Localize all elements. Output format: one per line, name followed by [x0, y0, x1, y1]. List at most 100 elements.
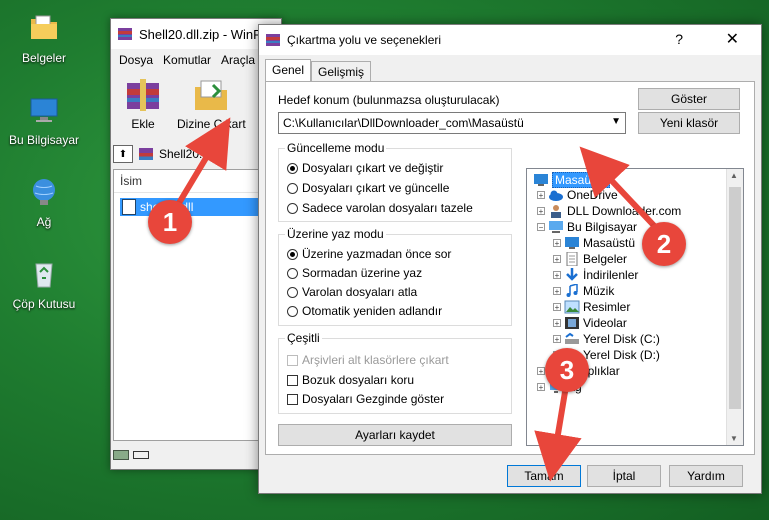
tree-scrollbar[interactable]: ▲ ▼	[726, 169, 743, 445]
tree-item-downloads[interactable]: + İndirilenler	[553, 268, 638, 282]
update-option-replace[interactable]: Dosyaları çıkart ve değiştir	[287, 161, 443, 175]
desktop-icon-documents[interactable]: Belgeler	[4, 12, 84, 65]
expand-icon[interactable]: +	[537, 367, 545, 376]
tree-item-label: OneDrive	[567, 188, 618, 202]
scroll-thumb[interactable]	[729, 187, 741, 409]
tree-item-user[interactable]: + DLL Downloader.com	[537, 204, 681, 218]
tree-item-disk-c[interactable]: + Yerel Disk (C:)	[553, 332, 660, 346]
tree-item-desktop[interactable]: + Masaüstü	[553, 236, 635, 250]
tree-item-this-pc[interactable]: − Bu Bilgisayar	[537, 220, 637, 234]
up-folder-icon[interactable]: ⬆	[113, 145, 133, 163]
download-icon	[566, 268, 578, 281]
winrar-toolbar: Ekle Dizine Çıkart	[111, 71, 281, 131]
tree-item-label: Yerel Disk (D:)	[583, 348, 660, 362]
checkbox[interactable]	[287, 374, 298, 386]
update-option-update[interactable]: Dosyaları çıkart ve güncelle	[287, 181, 449, 195]
save-settings-button[interactable]: Ayarları kaydet	[278, 424, 512, 446]
overwrite-option-rename[interactable]: Otomatik yeniden adlandır	[287, 304, 442, 318]
folder-documents-icon	[31, 15, 57, 39]
radio-button[interactable]	[287, 202, 298, 214]
tree-item-label: DLL Downloader.com	[567, 204, 682, 218]
tree-item-desktop-root[interactable]: Masaüstü	[533, 172, 611, 188]
radio-button[interactable]	[287, 286, 298, 298]
general-tab-panel: Hedef konum (bulunmazsa oluşturulacak) C…	[265, 81, 755, 455]
cancel-button[interactable]: İptal	[587, 465, 661, 487]
update-option-refresh[interactable]: Sadece varolan dosyaları tazele	[287, 201, 473, 215]
menu-commands[interactable]: Komutlar	[163, 53, 211, 67]
radio-button[interactable]	[287, 162, 298, 174]
tree-item-pictures[interactable]: + Resimler	[553, 300, 630, 314]
winrar-titlebar[interactable]: Shell20.dll.zip - WinR	[111, 19, 281, 49]
expand-icon[interactable]: +	[553, 239, 561, 248]
column-header-name[interactable]: İsim	[114, 170, 280, 193]
dialog-titlebar[interactable]: Çıkartma yolu ve seçenekleri ? ✕	[259, 25, 761, 55]
close-icon[interactable]: ✕	[726, 29, 739, 49]
tree-item-videos[interactable]: + Videolar	[553, 316, 627, 330]
music-icon	[566, 284, 578, 297]
expand-icon[interactable]: +	[553, 319, 561, 328]
tab-advanced[interactable]: Gelişmiş	[311, 61, 372, 82]
show-button[interactable]: Göster	[638, 88, 740, 110]
winrar-file-list[interactable]: İsim shell20.dll	[113, 169, 281, 441]
option-label: Bozuk dosyaları koru	[302, 373, 415, 387]
folder-tree[interactable]: Masaüstü + OneDrive + DLL Downloader.com…	[526, 168, 744, 446]
archive-path[interactable]: Shell20.dll.	[159, 147, 218, 161]
collapse-icon[interactable]: −	[537, 223, 545, 232]
extract-options-dialog[interactable]: Çıkartma yolu ve seçenekleri ? ✕ Genel G…	[258, 24, 762, 494]
computer-icon	[30, 98, 58, 122]
misc-option-show-explorer[interactable]: Dosyaları Gezginde göster	[287, 392, 444, 406]
ok-button[interactable]: Tamam	[507, 465, 581, 487]
option-label: Dosyaları çıkart ve güncelle	[302, 181, 450, 195]
desktop-icon-recycle-bin[interactable]: Çöp Kutusu	[4, 258, 84, 311]
target-path-combobox[interactable]: C:\Kullanıcılar\DllDownloader_com\Masaüs…	[278, 112, 626, 134]
help-button[interactable]: Yardım	[669, 465, 743, 487]
winrar-logo-icon	[266, 34, 280, 46]
chevron-down-icon[interactable]: ▼	[611, 116, 621, 127]
radio-button[interactable]	[287, 182, 298, 194]
winrar-statusbar	[113, 445, 279, 465]
menu-file[interactable]: Dosya	[119, 53, 153, 67]
checkbox[interactable]	[287, 393, 298, 405]
expand-icon[interactable]: +	[553, 271, 561, 280]
tree-item-label: Videolar	[583, 316, 627, 330]
new-folder-button[interactable]: Yeni klasör	[638, 112, 740, 134]
dialog-title: Çıkartma yolu ve seçenekleri	[287, 33, 442, 47]
tree-item-onedrive[interactable]: + OneDrive	[537, 188, 618, 202]
option-label: Üzerine yazmadan önce sor	[302, 247, 452, 261]
add-button[interactable]: Ekle	[123, 77, 163, 131]
tree-item-label: İndirilenler	[583, 268, 639, 282]
overwrite-option-without-prompt[interactable]: Sormadan üzerine yaz	[287, 266, 422, 280]
extract-to-button[interactable]: Dizine Çıkart	[177, 77, 246, 131]
step-marker-3: 3	[545, 348, 589, 392]
radio-button[interactable]	[287, 305, 298, 317]
expand-icon[interactable]: +	[553, 335, 561, 344]
expand-icon[interactable]: +	[537, 191, 545, 200]
expand-icon[interactable]: +	[553, 255, 561, 264]
scroll-down-icon[interactable]: ▼	[730, 434, 738, 443]
desktop-icon-this-pc[interactable]: Bu Bilgisayar	[4, 94, 84, 147]
tree-item-music[interactable]: + Müzik	[553, 284, 614, 298]
radio-button[interactable]	[287, 248, 298, 260]
desktop-icon-network[interactable]: Ağ	[4, 176, 84, 229]
overwrite-option-skip[interactable]: Varolan dosyaları atla	[287, 285, 417, 299]
help-icon[interactable]: ?	[675, 31, 683, 47]
expand-icon[interactable]: +	[553, 287, 561, 296]
overwrite-option-ask[interactable]: Üzerine yazmadan önce sor	[287, 247, 451, 261]
menu-tools[interactable]: Araçla	[221, 53, 255, 67]
winrar-window[interactable]: Shell20.dll.zip - WinR Dosya Komutlar Ar…	[110, 18, 282, 470]
misc-option-keep-broken[interactable]: Bozuk dosyaları koru	[287, 373, 414, 387]
expand-icon[interactable]: +	[553, 303, 561, 312]
expand-icon[interactable]: +	[537, 207, 545, 216]
file-row[interactable]: shell20.dll	[120, 198, 272, 216]
tab-general[interactable]: Genel	[265, 59, 312, 82]
radio-button[interactable]	[287, 267, 298, 279]
tree-item-label: Resimler	[583, 300, 631, 314]
scroll-up-icon[interactable]: ▲	[730, 171, 738, 180]
key-status-icon	[133, 451, 149, 459]
desktop-icon	[534, 174, 548, 186]
option-label: Varolan dosyaları atla	[302, 285, 418, 299]
archive-add-icon	[127, 79, 159, 111]
cloud-icon	[549, 190, 563, 201]
tree-item-documents[interactable]: + Belgeler	[553, 252, 627, 266]
expand-icon[interactable]: +	[537, 383, 545, 392]
